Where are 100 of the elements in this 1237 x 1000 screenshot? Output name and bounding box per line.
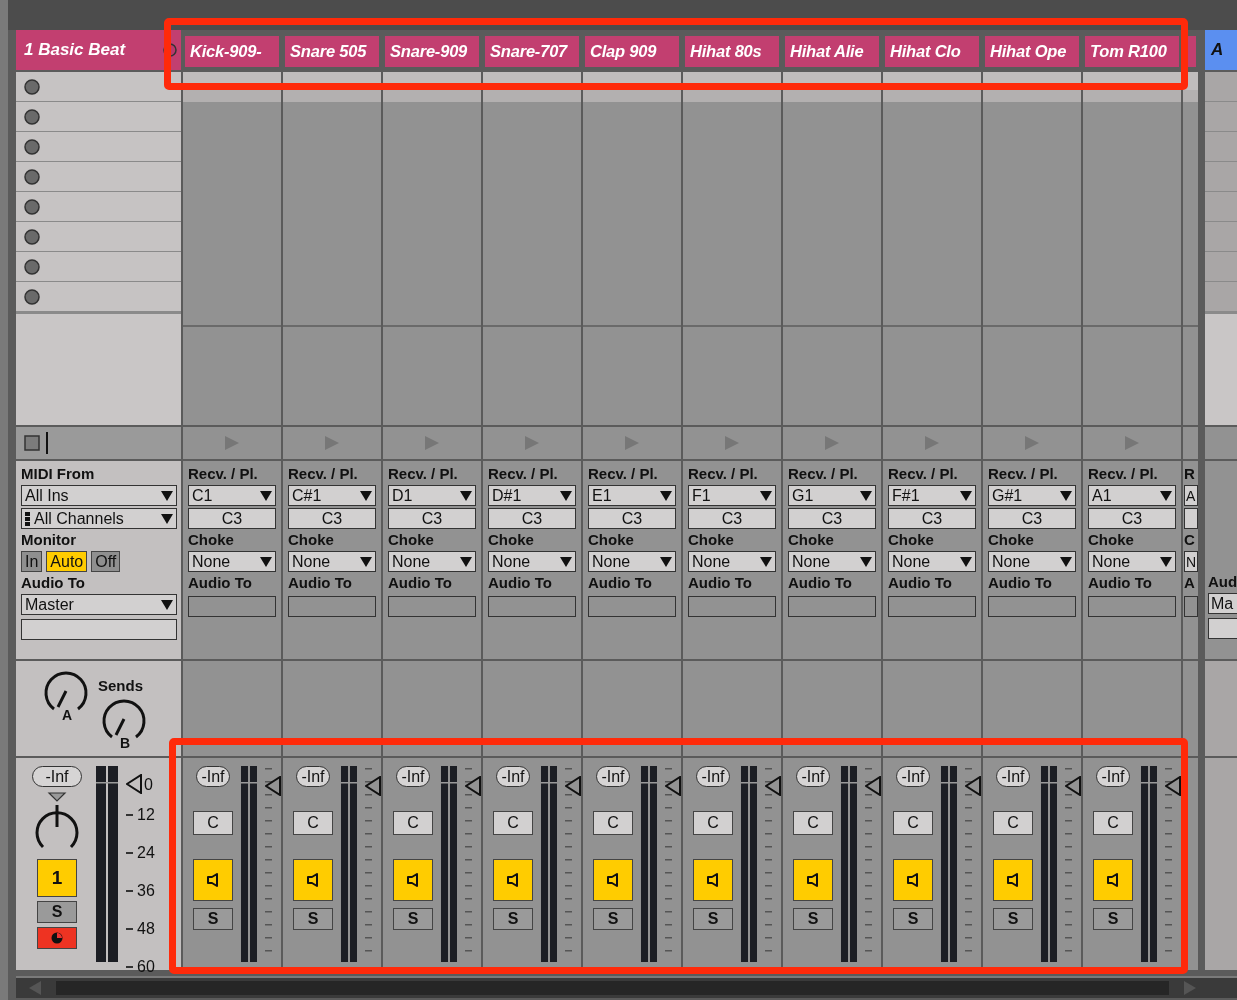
output-dropdown[interactable]: Ma [1208,593,1237,614]
fader-thumb-icon[interactable] [1065,776,1081,796]
receive-dropdown[interactable]: A1 [1088,485,1176,506]
choke-dropdown[interactable]: None [1088,551,1176,572]
fader-thumb-icon[interactable] [465,776,481,796]
chain-select-button[interactable]: C [993,811,1033,835]
chain-activator-button[interactable] [793,859,833,901]
chain-select-button[interactable]: C [793,811,833,835]
solo-button[interactable]: S [193,908,233,930]
chain-select-button[interactable]: C [693,811,733,835]
circle-icon[interactable] [24,138,40,155]
receive-dropdown[interactable]: G#1 [988,485,1076,506]
clip-area[interactable] [1183,72,1198,425]
fader-thumb-icon[interactable] [765,776,781,796]
chain-select-button[interactable]: C [493,811,533,835]
play-note-field[interactable]: C3 [488,508,576,529]
output-field[interactable] [688,596,776,617]
circle-icon[interactable] [24,228,40,245]
volume-display[interactable]: -Inf [996,766,1030,787]
play-note-field[interactable]: C3 [788,508,876,529]
circle-icon[interactable] [24,198,40,215]
fader-thumb-icon[interactable] [665,776,681,796]
solo-button[interactable]: S [37,901,77,923]
return-track-header[interactable]: A [1205,30,1237,70]
solo-button[interactable]: S [593,908,633,930]
output-field[interactable] [288,596,376,617]
volume-display[interactable]: -Inf [1096,766,1130,787]
play-note-field[interactable]: C3 [288,508,376,529]
receive-dropdown[interactable]: F1 [688,485,776,506]
chain-activator-button[interactable] [393,859,433,901]
clip-area[interactable] [683,72,781,425]
receive-dropdown[interactable]: C1 [188,485,276,506]
chain-select-button[interactable]: C [1093,811,1133,835]
choke-dropdown[interactable]: N [1184,551,1198,572]
output-field[interactable] [488,596,576,617]
play-note-field[interactable] [1184,508,1198,529]
choke-dropdown[interactable]: None [888,551,976,572]
output-field[interactable] [788,596,876,617]
output-dropdown[interactable]: Master [21,594,177,615]
volume-display[interactable]: -Inf [896,766,930,787]
output-field[interactable] [588,596,676,617]
circle-icon[interactable] [24,288,40,305]
solo-button[interactable]: S [993,908,1033,930]
solo-button[interactable]: S [393,908,433,930]
receive-dropdown[interactable]: G1 [788,485,876,506]
chain-select-button[interactable]: C [293,811,333,835]
chain-activator-button[interactable] [693,859,733,901]
chain-activator-button[interactable] [293,859,333,901]
volume-display[interactable]: -Inf [396,766,430,787]
output-field[interactable] [388,596,476,617]
clip-area[interactable] [283,72,381,425]
clip-area[interactable] [383,72,481,425]
monitor-toggle[interactable]: Off [91,551,121,572]
receive-dropdown[interactable]: D1 [388,485,476,506]
circle-icon[interactable] [24,108,40,125]
choke-dropdown[interactable]: None [388,551,476,572]
choke-dropdown[interactable]: None [488,551,576,572]
choke-dropdown[interactable]: None [788,551,876,572]
output-field[interactable] [1088,596,1176,617]
volume-display[interactable]: -Inf [32,766,82,787]
receive-dropdown[interactable]: E1 [588,485,676,506]
output-field[interactable] [988,596,1076,617]
chain-select-button[interactable]: C [893,811,933,835]
chain-activator-button[interactable] [193,859,233,901]
receive-dropdown[interactable]: C#1 [288,485,376,506]
output-field[interactable] [1184,596,1198,617]
choke-dropdown[interactable]: None [188,551,276,572]
choke-dropdown[interactable]: None [688,551,776,572]
chain-select-button[interactable]: C [593,811,633,835]
choke-dropdown[interactable]: None [288,551,376,572]
play-note-field[interactable]: C3 [188,508,276,529]
solo-button[interactable]: S [893,908,933,930]
output-field[interactable] [188,596,276,617]
play-note-field[interactable]: C3 [888,508,976,529]
chain-activator-button[interactable] [493,859,533,901]
play-note-field[interactable]: C3 [1088,508,1176,529]
channel-dropdown[interactable]: All Channels [21,508,177,529]
solo-button[interactable]: S [793,908,833,930]
fader-thumb-icon[interactable] [865,776,881,796]
volume-display[interactable]: -Inf [496,766,530,787]
volume-display[interactable]: -Inf [696,766,730,787]
clip-area[interactable] [883,72,981,425]
chain-activator-button[interactable] [993,859,1033,901]
output-field[interactable] [21,619,177,640]
horizontal-scrollbar[interactable] [16,976,1237,998]
fader-thumb-icon[interactable] [965,776,981,796]
fader-thumb-icon[interactable] [265,776,281,796]
fader-thumb-icon[interactable] [126,774,142,794]
clip-area[interactable] [583,72,681,425]
volume-display[interactable]: -Inf [596,766,630,787]
clip-area[interactable] [983,72,1081,425]
receive-dropdown[interactable]: F#1 [888,485,976,506]
output-field[interactable] [888,596,976,617]
receive-dropdown[interactable]: A [1184,485,1198,506]
choke-dropdown[interactable]: None [588,551,676,572]
monitor-toggle[interactable]: Auto [46,551,88,572]
solo-button[interactable]: S [693,908,733,930]
clip-area[interactable] [783,72,881,425]
monitor-toggle[interactable]: In [21,551,43,572]
chain-activator-button[interactable] [1093,859,1133,901]
